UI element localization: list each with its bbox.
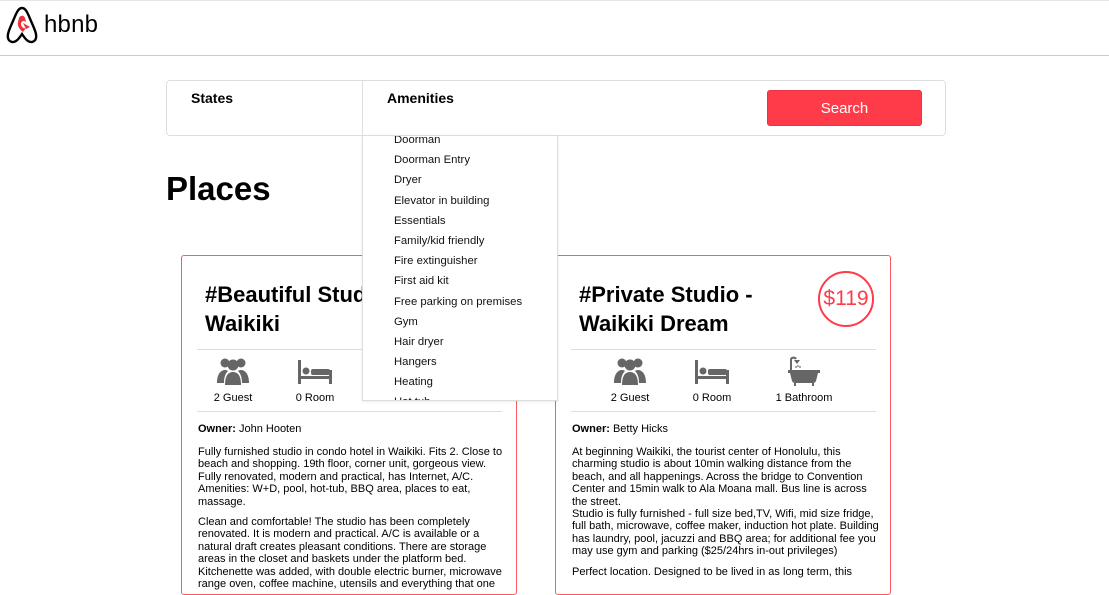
description-paragraph: Studio is fully furnished - full size be… — [572, 508, 879, 558]
bathrooms-info: 1 Bathroom — [749, 356, 859, 404]
guests-icon — [614, 358, 646, 385]
amenity-option[interactable]: Dryer — [363, 170, 557, 190]
states-filter[interactable]: States — [167, 81, 363, 135]
amenities-filter-label: Amenities — [387, 90, 454, 106]
bed-icon — [298, 360, 332, 384]
filters-bar: States Amenities Search — [166, 80, 946, 136]
description-paragraph: Clean and comfortable! The studio has be… — [198, 516, 502, 591]
guests-icon — [217, 358, 249, 385]
place-owner: Owner: John Hooten — [198, 423, 301, 435]
states-filter-label: States — [191, 90, 234, 106]
amenity-option[interactable]: Family/kid friendly — [363, 231, 557, 251]
amenity-option[interactable]: First aid kit — [363, 271, 557, 291]
amenity-option[interactable]: Doorman — [363, 136, 557, 150]
header-bar: hbnb — [0, 0, 1109, 56]
search-button[interactable]: Search — [767, 90, 922, 126]
description-paragraph: Perfect location. Designed to be lived i… — [572, 565, 853, 578]
amenity-option[interactable]: Hot tub — [363, 392, 557, 400]
owner-name: Betty Hicks — [612, 423, 668, 435]
amenities-filter[interactable]: Amenities — [363, 81, 559, 135]
guests-info: 2 Guest — [590, 356, 670, 404]
owner-label: Owner: — [198, 423, 236, 435]
description-paragraph: At beginning Waikiki, the tourist center… — [572, 446, 867, 508]
place-description: At beginning Waikiki, the tourist center… — [572, 446, 882, 586]
brand-name: hbnb — [44, 11, 99, 38]
amenity-option[interactable]: Essentials — [363, 211, 557, 231]
guests-count: 2 Guest — [213, 392, 253, 404]
amenity-option[interactable]: Doorman Entry — [363, 150, 557, 170]
logo-icon — [6, 6, 38, 44]
guests-info: 2 Guest — [193, 356, 273, 404]
rooms-info: 0 Room — [275, 356, 355, 404]
amenity-option[interactable]: Hangers — [363, 352, 557, 372]
rooms-count: 0 Room — [295, 392, 335, 404]
amenity-option[interactable]: Hair dryer — [363, 332, 557, 352]
amenities-dropdown[interactable]: Doorman Doorman Entry Dryer Elevator in … — [362, 135, 558, 401]
rooms-count: 0 Room — [692, 392, 732, 404]
bed-icon — [695, 360, 729, 384]
amenity-option[interactable]: Free parking on premises — [363, 292, 557, 312]
amenity-option[interactable]: Fire extinguisher — [363, 251, 557, 271]
rooms-info: 0 Room — [672, 356, 752, 404]
amenity-option[interactable]: Gym — [363, 312, 557, 332]
place-description: Fully furnished studio in condo hotel in… — [198, 446, 508, 594]
amenity-option[interactable]: Heating — [363, 372, 557, 392]
guests-count: 2 Guest — [610, 392, 650, 404]
price-badge: $119 — [818, 271, 874, 327]
logo[interactable]: hbnb — [4, 5, 98, 45]
place-title: #Private Studio - Waikiki Dream — [579, 282, 753, 336]
page-title: Places — [166, 170, 271, 207]
bathrooms-count: 1 Bathroom — [775, 392, 833, 404]
amenities-list: Doorman Doorman Entry Dryer Elevator in … — [363, 136, 557, 400]
place-card: #Private Studio - Waikiki Dream $119 2 G… — [555, 255, 891, 595]
amenity-option[interactable]: Elevator in building — [363, 191, 557, 211]
place-owner: Owner: Betty Hicks — [572, 423, 668, 435]
owner-name: John Hooten — [238, 423, 302, 435]
owner-label: Owner: — [572, 423, 610, 435]
description-paragraph: Fully furnished studio in condo hotel in… — [198, 446, 503, 508]
bathtub-icon — [788, 356, 820, 386]
place-info: 2 Guest 0 Room 1 Bathroom — [571, 349, 876, 412]
